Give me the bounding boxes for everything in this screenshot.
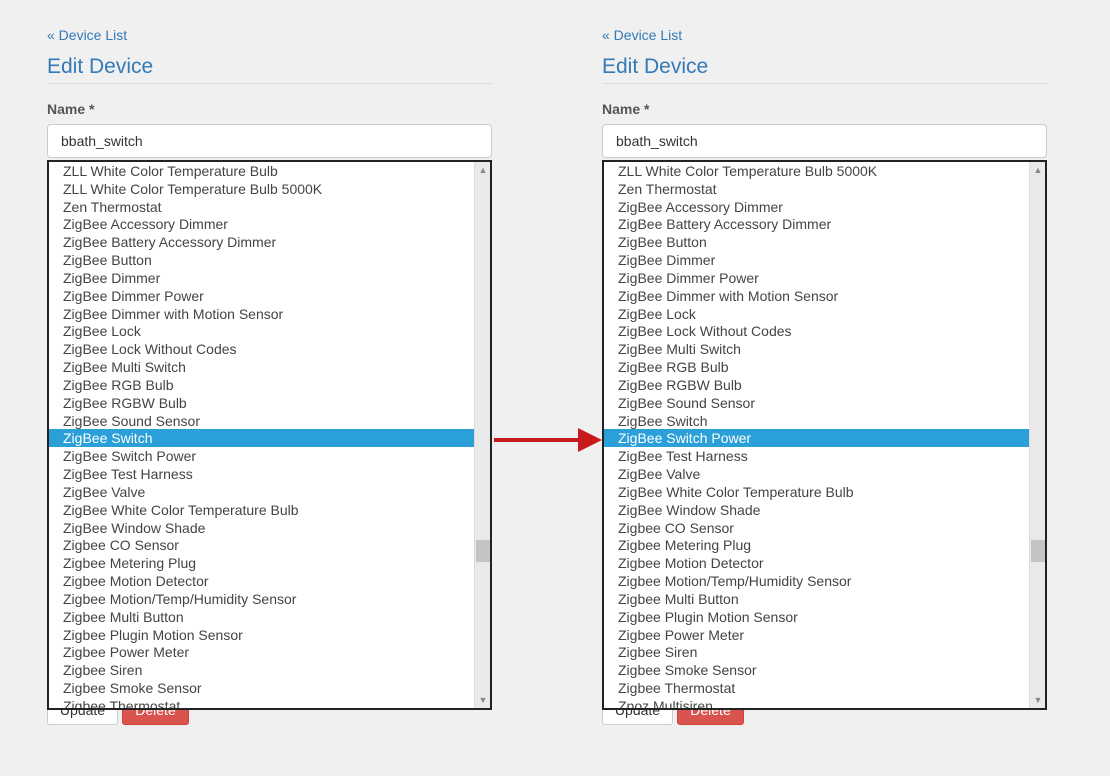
device-type-options: ZLL White Color Temperature Bulb 5000K Ze…	[604, 162, 1029, 708]
listbox-scrollbar[interactable]: ▲ ▼	[474, 162, 490, 708]
listbox-option[interactable]: Zigbee Motion Detector	[604, 554, 1029, 572]
listbox-option[interactable]: Zigbee Siren	[49, 661, 474, 679]
listbox-option[interactable]: ZigBee White Color Temperature Bulb	[49, 501, 474, 519]
listbox-option[interactable]: Zigbee Smoke Sensor	[604, 661, 1029, 679]
listbox-option[interactable]: ZigBee Switch Power	[49, 447, 474, 465]
listbox-option[interactable]: Zen Thermostat	[49, 198, 474, 216]
listbox-option[interactable]: ZigBee Lock	[49, 322, 474, 340]
listbox-option[interactable]: Zigbee Power Meter	[604, 626, 1029, 644]
edit-device-panel-after: « Device List Edit Device Name * bbath_s…	[602, 0, 1047, 776]
listbox-option[interactable]: Zigbee Plugin Motion Sensor	[604, 608, 1029, 626]
listbox-option[interactable]: ZLL White Color Temperature Bulb 5000K	[49, 180, 474, 198]
listbox-option[interactable]: ZigBee Accessory Dimmer	[49, 215, 474, 233]
device-list-link[interactable]: « Device List	[602, 27, 682, 43]
scroll-up-arrow-icon[interactable]: ▲	[475, 163, 490, 177]
listbox-option[interactable]: ZigBee Sound Sensor	[49, 412, 474, 430]
listbox-option[interactable]: Zigbee Metering Plug	[49, 554, 474, 572]
listbox-option[interactable]: ZigBee RGBW Bulb	[49, 394, 474, 412]
listbox-option[interactable]: Zigbee Multi Button	[604, 590, 1029, 608]
listbox-option[interactable]: ZigBee Sound Sensor	[604, 394, 1029, 412]
listbox-option[interactable]: ZigBee Accessory Dimmer	[604, 198, 1029, 216]
listbox-option-selected[interactable]: ZigBee Switch	[49, 429, 474, 448]
device-type-options: ZLL White Color Temperature Bulb ZLL Whit…	[49, 162, 474, 708]
listbox-option[interactable]: Zigbee Plugin Motion Sensor	[49, 626, 474, 644]
listbox-option[interactable]: Zigbee Thermostat	[49, 697, 474, 708]
listbox-option[interactable]: ZigBee Button	[604, 233, 1029, 251]
listbox-option[interactable]: ZigBee Lock Without Codes	[49, 340, 474, 358]
scroll-thumb[interactable]	[476, 540, 490, 562]
page-title: Edit Device	[602, 55, 1047, 84]
listbox-option[interactable]: ZigBee Dimmer Power	[604, 269, 1029, 287]
listbox-option[interactable]: Zigbee Siren	[604, 643, 1029, 661]
listbox-option[interactable]: Zpoz Multisiren	[604, 697, 1029, 708]
listbox-option[interactable]: ZigBee Window Shade	[49, 519, 474, 537]
page-title: Edit Device	[47, 55, 492, 84]
listbox-option[interactable]: ZigBee Valve	[604, 465, 1029, 483]
device-type-listbox[interactable]: ZLL White Color Temperature Bulb 5000K Ze…	[602, 160, 1047, 710]
listbox-option[interactable]: ZigBee Battery Accessory Dimmer	[604, 215, 1029, 233]
listbox-option[interactable]: ZigBee Switch	[604, 412, 1029, 430]
name-input[interactable]: bbath_switch	[47, 124, 492, 158]
listbox-option[interactable]: Zigbee Power Meter	[49, 643, 474, 661]
device-list-link[interactable]: « Device List	[47, 27, 127, 43]
listbox-option[interactable]: Zen Thermostat	[604, 180, 1029, 198]
right-arrow-icon	[494, 438, 582, 442]
listbox-option[interactable]: ZigBee Window Shade	[604, 501, 1029, 519]
listbox-option[interactable]: Zigbee Motion Detector	[49, 572, 474, 590]
listbox-option[interactable]: ZigBee White Color Temperature Bulb	[604, 483, 1029, 501]
listbox-option[interactable]: Zigbee Motion/Temp/Humidity Sensor	[49, 590, 474, 608]
listbox-scrollbar[interactable]: ▲ ▼	[1029, 162, 1045, 708]
listbox-option[interactable]: ZigBee Lock	[604, 305, 1029, 323]
scroll-thumb[interactable]	[1031, 540, 1045, 562]
scroll-up-arrow-icon[interactable]: ▲	[1030, 163, 1045, 177]
name-label: Name *	[47, 101, 95, 117]
scroll-down-arrow-icon[interactable]: ▼	[1030, 693, 1045, 707]
scroll-down-arrow-icon[interactable]: ▼	[475, 693, 490, 707]
listbox-option[interactable]: ZigBee Test Harness	[604, 447, 1029, 465]
listbox-option[interactable]: ZigBee Dimmer	[49, 269, 474, 287]
listbox-option[interactable]: ZigBee Test Harness	[49, 465, 474, 483]
listbox-option-selected[interactable]: ZigBee Switch Power	[604, 429, 1029, 448]
listbox-option[interactable]: Zigbee Multi Button	[49, 608, 474, 626]
device-type-listbox[interactable]: ZLL White Color Temperature Bulb ZLL Whit…	[47, 160, 492, 710]
listbox-option[interactable]: ZigBee Valve	[49, 483, 474, 501]
listbox-option[interactable]: Zigbee Motion/Temp/Humidity Sensor	[604, 572, 1029, 590]
listbox-option[interactable]: Zigbee CO Sensor	[604, 519, 1029, 537]
edit-device-panel-before: « Device List Edit Device Name * bbath_s…	[47, 0, 492, 776]
listbox-option[interactable]: ZigBee Multi Switch	[604, 340, 1029, 358]
listbox-option[interactable]: ZigBee Dimmer with Motion Sensor	[49, 305, 474, 323]
listbox-option[interactable]: Zigbee Smoke Sensor	[49, 679, 474, 697]
listbox-option[interactable]: Zigbee Metering Plug	[604, 536, 1029, 554]
listbox-option[interactable]: ZigBee Dimmer	[604, 251, 1029, 269]
right-arrow-head	[578, 428, 602, 452]
listbox-option[interactable]: ZLL White Color Temperature Bulb	[49, 162, 474, 180]
listbox-option[interactable]: ZigBee Button	[49, 251, 474, 269]
listbox-option[interactable]: Zigbee CO Sensor	[49, 536, 474, 554]
listbox-option[interactable]: ZigBee Battery Accessory Dimmer	[49, 233, 474, 251]
listbox-option[interactable]: ZigBee Dimmer with Motion Sensor	[604, 287, 1029, 305]
name-input[interactable]: bbath_switch	[602, 124, 1047, 158]
listbox-option[interactable]: ZigBee RGB Bulb	[604, 358, 1029, 376]
listbox-option[interactable]: ZigBee RGB Bulb	[49, 376, 474, 394]
listbox-option[interactable]: ZigBee Lock Without Codes	[604, 322, 1029, 340]
listbox-option[interactable]: Zigbee Thermostat	[604, 679, 1029, 697]
listbox-option[interactable]: ZLL White Color Temperature Bulb 5000K	[604, 162, 1029, 180]
name-label: Name *	[602, 101, 650, 117]
listbox-option[interactable]: ZigBee Multi Switch	[49, 358, 474, 376]
listbox-option[interactable]: ZigBee Dimmer Power	[49, 287, 474, 305]
listbox-option[interactable]: ZigBee RGBW Bulb	[604, 376, 1029, 394]
